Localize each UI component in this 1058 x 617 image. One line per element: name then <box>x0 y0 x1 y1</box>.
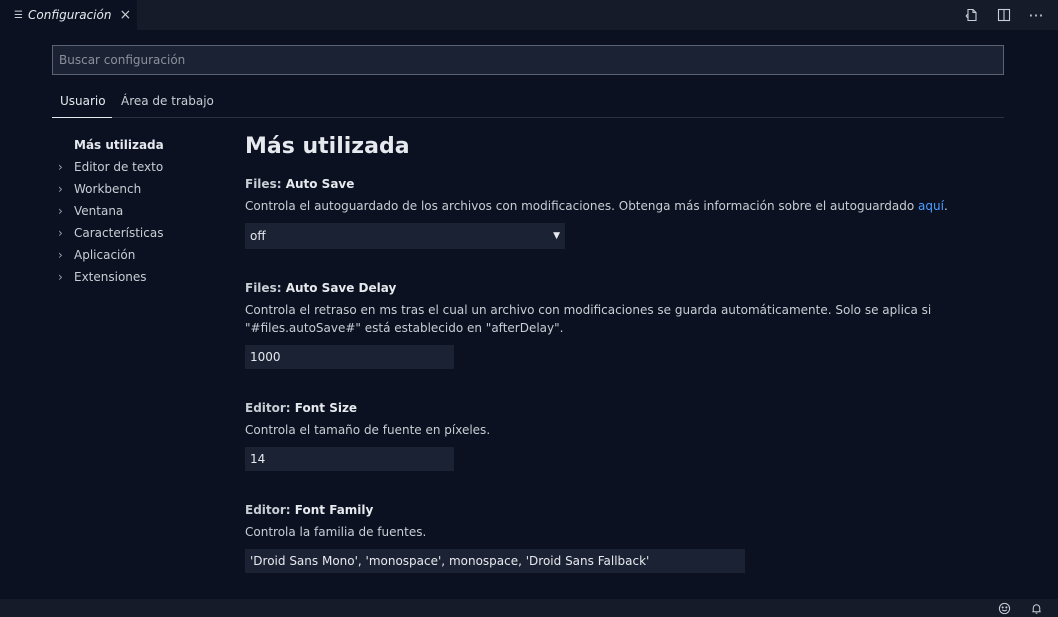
tree-item-label: Características <box>74 226 164 240</box>
setting-description: Controla el autoguardado de los archivos… <box>245 199 948 213</box>
setting-editor-font-size: Editor: Font Size Controla el tamaño de … <box>245 401 1005 471</box>
section-title: Más utilizada <box>245 134 410 159</box>
tree-item-label: Extensiones <box>74 270 147 284</box>
close-icon[interactable]: × <box>119 7 131 23</box>
tree-item-window[interactable]: › Ventana <box>58 200 228 222</box>
chevron-right-icon: › <box>58 270 63 284</box>
tab-user[interactable]: Usuario <box>52 94 112 118</box>
split-editor-icon[interactable] <box>996 7 1012 23</box>
settings-tree: Más utilizada › Editor de texto › Workbe… <box>58 134 228 288</box>
setting-title: Editor: Font Family <box>245 503 374 517</box>
tree-item-label: Aplicación <box>74 248 136 262</box>
setting-title: Files: Auto Save <box>245 177 355 191</box>
setting-editor-font-family: Editor: Font Family Controla la familia … <box>245 503 1005 573</box>
chevron-down-icon: ▼ <box>553 231 560 241</box>
setting-files-auto-save-delay: Files: Auto Save Delay Controla el retra… <box>245 281 1005 369</box>
tree-item-label: Editor de texto <box>74 160 164 174</box>
auto-save-select[interactable]: off ▼ <box>245 223 565 249</box>
setting-description: Controla la familia de fuentes. <box>245 525 427 539</box>
status-bar <box>0 599 1058 617</box>
editor-tab-bar: ☰ Configuración × ··· <box>0 0 1058 30</box>
setting-description: Controla el tamaño de fuente en píxeles. <box>245 423 491 437</box>
tree-item-application[interactable]: › Aplicación <box>58 244 228 266</box>
chevron-right-icon: › <box>58 226 63 240</box>
smiley-icon[interactable] <box>996 600 1012 616</box>
setting-description: Controla el retraso en ms tras el cual u… <box>245 303 932 335</box>
font-family-input[interactable] <box>245 549 745 573</box>
settings-list: Más utilizada Files: Auto Save Controla … <box>245 130 1005 573</box>
editor-actions: ··· <box>964 0 1044 30</box>
chevron-right-icon: › <box>58 204 63 218</box>
select-value: off <box>250 229 266 243</box>
tree-item-extensions[interactable]: › Extensiones <box>58 266 228 288</box>
open-settings-json-icon[interactable] <box>964 7 980 23</box>
chevron-right-icon: › <box>58 160 63 174</box>
list-icon: ☰ <box>14 9 23 21</box>
setting-files-auto-save: Files: Auto Save Controla el autoguardad… <box>245 177 1005 249</box>
tree-item-label: Workbench <box>74 182 142 196</box>
auto-save-delay-input[interactable] <box>245 345 454 369</box>
learn-more-link[interactable]: aquí <box>918 199 944 213</box>
search-input[interactable] <box>52 45 1004 75</box>
tree-item-label: Ventana <box>74 204 124 218</box>
bell-icon[interactable] <box>1028 600 1044 616</box>
tree-item-most-used[interactable]: Más utilizada <box>58 134 228 156</box>
tab-workspace[interactable]: Área de trabajo <box>121 94 214 108</box>
tree-item-text-editor[interactable]: › Editor de texto <box>58 156 228 178</box>
tree-item-features[interactable]: › Características <box>58 222 228 244</box>
chevron-right-icon: › <box>58 248 63 262</box>
font-size-input[interactable] <box>245 447 454 471</box>
setting-title: Files: Auto Save Delay <box>245 281 397 295</box>
more-actions-icon[interactable]: ··· <box>1028 6 1044 25</box>
tree-item-workbench[interactable]: › Workbench <box>58 178 228 200</box>
tab-title: Configuración <box>28 8 112 22</box>
scope-tabs: Usuario Área de trabajo <box>52 86 1004 118</box>
tree-item-label: Más utilizada <box>74 138 164 152</box>
setting-title: Editor: Font Size <box>245 401 358 415</box>
status-bar-icons <box>996 599 1044 617</box>
settings-tab[interactable]: ☰ Configuración × <box>0 0 137 30</box>
chevron-right-icon: › <box>58 182 63 196</box>
